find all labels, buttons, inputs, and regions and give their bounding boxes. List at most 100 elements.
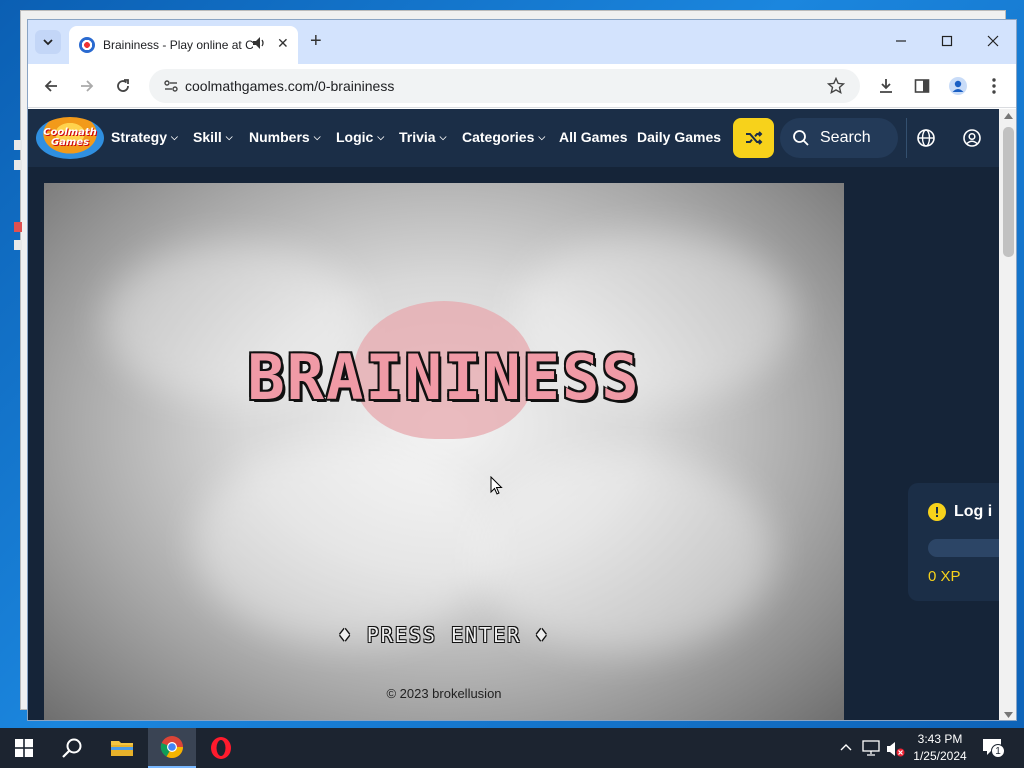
- taskbar-clock[interactable]: 3:43 PM 1/25/2024: [908, 731, 972, 765]
- chevron-down-icon: ⌵: [225, 132, 233, 142]
- new-tab-button[interactable]: +: [310, 30, 322, 52]
- chevron-down-icon: [43, 39, 53, 46]
- arrow-right-icon: [81, 80, 94, 92]
- prompt-text: PRESS ENTER: [366, 623, 522, 647]
- random-game-button[interactable]: [733, 118, 774, 158]
- forward-button[interactable]: [75, 74, 99, 98]
- nav-label: Strategy: [111, 129, 168, 145]
- shuffle-icon: [745, 131, 762, 145]
- site-info-icon[interactable]: [163, 78, 179, 99]
- profile-button[interactable]: [946, 74, 970, 98]
- start-button[interactable]: [0, 728, 48, 768]
- address-bar[interactable]: coolmathgames.com/0-braininess: [149, 69, 860, 103]
- chevron-down-icon: ⌵: [538, 132, 546, 142]
- language-button[interactable]: [912, 124, 940, 152]
- login-prompt[interactable]: Log i: [928, 503, 992, 521]
- account-button[interactable]: [958, 124, 986, 152]
- chevron-down-icon: ⌵: [313, 132, 321, 142]
- nav-all-games[interactable]: All Games: [559, 129, 627, 145]
- chevron-up-icon[interactable]: [840, 742, 852, 752]
- nav-label: Trivia: [399, 129, 436, 145]
- xp-login-panel[interactable]: Log i 0 XP: [908, 483, 1008, 601]
- url-text: coolmathgames.com/0-braininess: [185, 78, 395, 94]
- site-search-button[interactable]: Search: [780, 118, 898, 158]
- tab-strip: Braininess - Play online at C ✕ +: [28, 20, 1016, 64]
- page-scrollbar[interactable]: [999, 109, 1016, 720]
- notification-count-badge: 1: [991, 744, 1005, 758]
- chevron-down-icon: ⌵: [377, 132, 385, 142]
- opera-taskbar-button[interactable]: [197, 728, 245, 768]
- press-enter-prompt: ♦ PRESS ENTER ♦: [44, 623, 844, 647]
- desktop-icon-fragment: [14, 140, 22, 150]
- nav-numbers[interactable]: Numbers ⌵: [249, 129, 321, 145]
- profile-icon: [949, 77, 967, 95]
- game-title: BRAININESS: [247, 341, 641, 414]
- prompt-ornament-right: ♦: [535, 623, 550, 647]
- download-button[interactable]: [874, 74, 898, 98]
- volume-muted-icon[interactable]: [886, 740, 906, 758]
- coolmath-page: Coolmath Games Strategy ⌵ Skill ⌵ Numbers ⌵…: [28, 109, 1008, 720]
- cloud-shape: [194, 443, 494, 643]
- site-navbar: Coolmath Games Strategy ⌵ Skill ⌵ Numbers ⌵…: [28, 109, 999, 167]
- side-panel-button[interactable]: [910, 74, 934, 98]
- search-icon: [793, 130, 809, 146]
- close-window-button[interactable]: [982, 30, 1004, 52]
- clock-time: 3:43 PM: [917, 732, 963, 746]
- reload-icon: [117, 79, 129, 92]
- nav-label: Daily Games: [637, 129, 722, 145]
- nav-label: Numbers: [249, 129, 310, 145]
- minimize-button[interactable]: [890, 30, 912, 52]
- nav-label: Skill: [193, 129, 222, 145]
- nav-label: All Games: [559, 129, 628, 145]
- taskbar-search-button[interactable]: [48, 728, 96, 768]
- login-label: Log i: [954, 503, 993, 520]
- nav-trivia[interactable]: Trivia ⌵: [399, 129, 446, 145]
- nav-strategy[interactable]: Strategy ⌵: [111, 129, 178, 145]
- arrow-left-icon: [44, 80, 57, 92]
- coolmath-favicon-icon: [79, 37, 95, 53]
- logo-line-2: Games: [50, 137, 90, 148]
- nav-categories[interactable]: Categories ⌵: [462, 129, 545, 145]
- game-copyright: © 2023 brokellusion: [386, 686, 502, 701]
- desktop-icon-fragment: [14, 160, 22, 170]
- network-icon[interactable]: [862, 740, 880, 756]
- nav-skill[interactable]: Skill ⌵: [193, 129, 233, 145]
- maximize-button[interactable]: [936, 30, 958, 52]
- scroll-down-icon[interactable]: [1004, 712, 1013, 718]
- nav-daily-games[interactable]: Daily Games: [637, 129, 721, 145]
- game-canvas[interactable]: BRAININESS ♦ PRESS ENTER ♦ © 2023 brokel…: [44, 183, 844, 720]
- bookmark-star-icon[interactable]: [826, 76, 846, 100]
- notification-center-button[interactable]: 1: [982, 738, 1005, 758]
- coolmath-logo[interactable]: Coolmath Games: [36, 117, 104, 159]
- scroll-up-icon[interactable]: [1004, 113, 1013, 119]
- reload-button[interactable]: [111, 74, 135, 98]
- windows-logo-icon: [15, 739, 33, 757]
- file-explorer-button[interactable]: [98, 728, 146, 768]
- chevron-down-icon: ⌵: [171, 132, 178, 142]
- nav-label: Logic: [336, 129, 374, 145]
- desktop-icon-fragment: [14, 240, 22, 250]
- chevron-down-icon: ⌵: [439, 132, 447, 142]
- search-label: Search: [820, 129, 871, 146]
- chrome-icon: [160, 736, 183, 758]
- xp-progress-bar: [928, 539, 1008, 557]
- xp-value: 0 XP: [928, 568, 961, 585]
- nav-label: Categories: [462, 129, 535, 145]
- folder-icon: [111, 741, 133, 756]
- nav-logic[interactable]: Logic ⌵: [336, 129, 384, 145]
- browser-menu-button[interactable]: [982, 74, 1006, 98]
- scroll-thumb[interactable]: [1003, 127, 1014, 257]
- kebab-menu-icon: [992, 78, 996, 94]
- tab-search-button[interactable]: [35, 30, 61, 54]
- active-tab[interactable]: Braininess - Play online at C ✕: [69, 26, 298, 64]
- user-icon: [963, 129, 981, 147]
- alert-icon: [928, 503, 946, 521]
- back-button[interactable]: [39, 74, 63, 98]
- close-tab-icon[interactable]: ✕: [277, 35, 289, 52]
- search-icon: [62, 738, 82, 758]
- opera-icon: [211, 737, 231, 759]
- speaker-icon[interactable]: [252, 36, 266, 55]
- chrome-taskbar-button[interactable]: [148, 728, 196, 768]
- mouse-cursor-icon: [490, 476, 503, 495]
- nav-divider: [906, 118, 907, 158]
